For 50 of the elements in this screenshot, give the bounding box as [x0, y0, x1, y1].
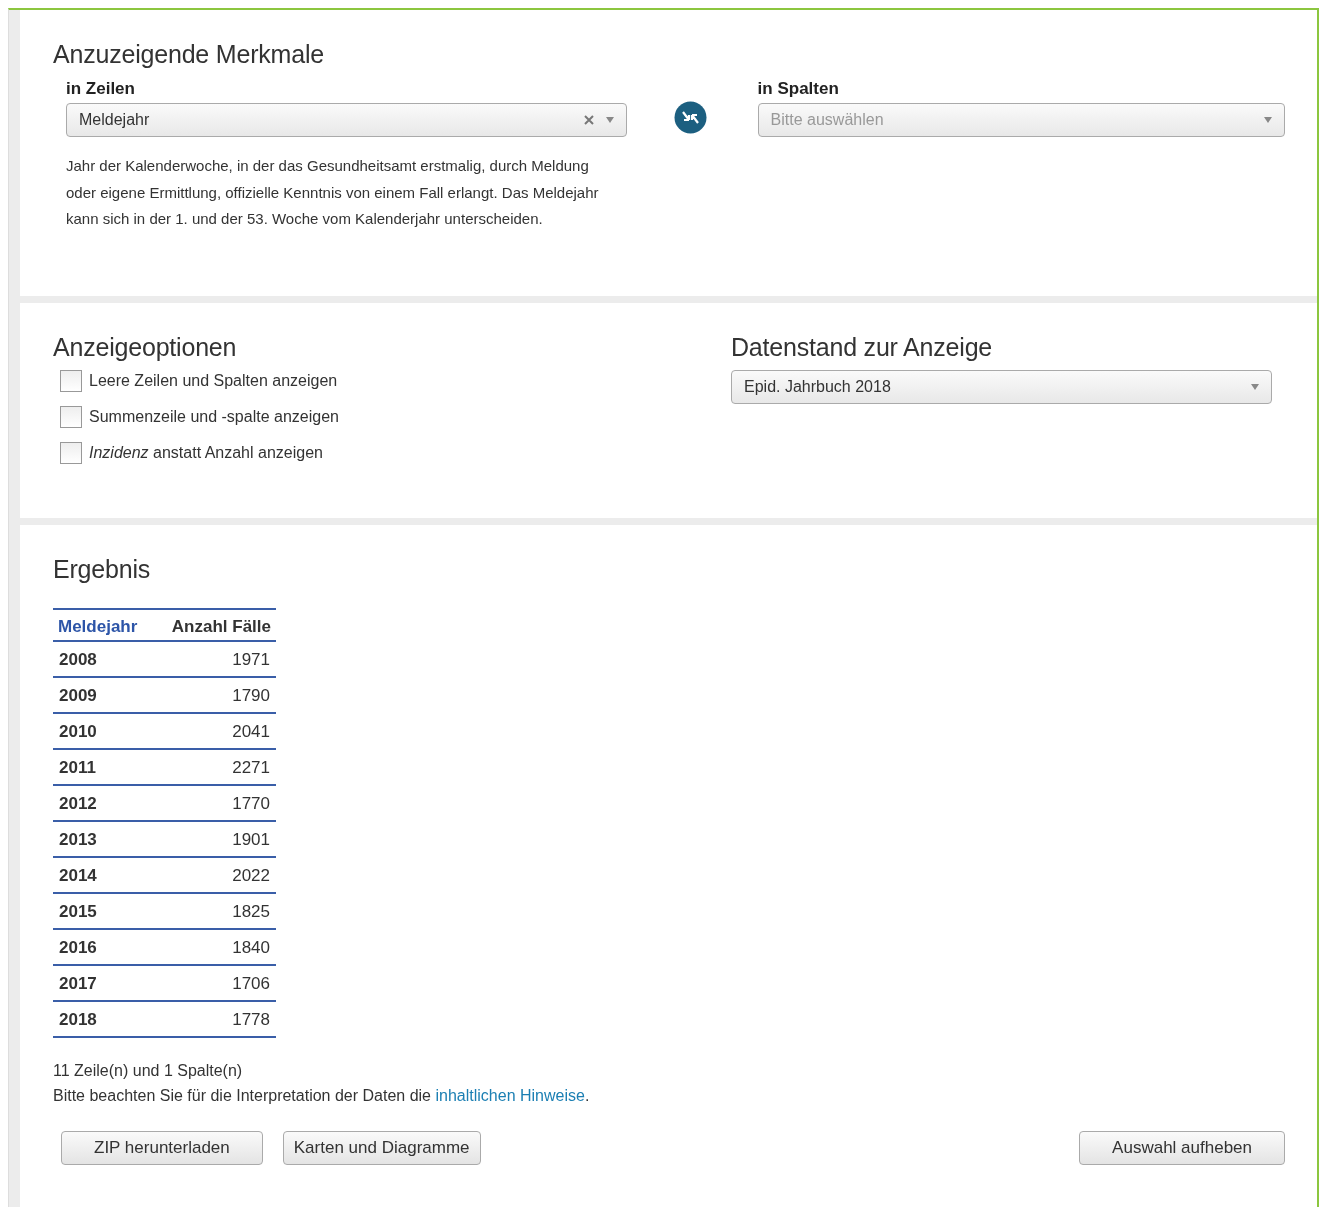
caret-icon: [605, 117, 614, 123]
checkbox[interactable]: [60, 442, 82, 464]
table-cell: 1840: [153, 929, 276, 965]
table-cell: 2018: [53, 1001, 153, 1037]
table-cell: 2022: [153, 857, 276, 893]
table-cell: 1825: [153, 893, 276, 929]
table-cell: 2012: [53, 785, 153, 821]
checkbox-label: Summenzeile und -spalte anzeigen: [89, 408, 339, 426]
summary-text: 11 Zeile(n) und 1 Spalte(n): [53, 1062, 244, 1080]
select-field[interactable]: Epid. Jahrbuch 2018: [731, 370, 1272, 404]
table-cell: 2041: [153, 713, 276, 749]
section-title: Anzeigeoptionen: [53, 333, 238, 362]
table-cell: 2008: [53, 641, 153, 677]
column-header: Anzahl Fälle: [153, 609, 276, 641]
section-title: Ergebnis: [53, 555, 152, 584]
swap-icon[interactable]: [673, 101, 707, 134]
table-cell: 2010: [53, 713, 153, 749]
table-cell: 2009: [53, 677, 153, 713]
table-cell: 1706: [153, 965, 276, 1001]
field-label: in Spalten: [757, 79, 840, 99]
caret-icon: [1264, 117, 1272, 123]
table-cell: 2011: [53, 749, 153, 785]
checkbox-label: Leere Zeilen und Spalten anzeigen: [89, 372, 338, 390]
table-cell: 2015: [53, 893, 153, 929]
reset-button[interactable]: Auswahl aufheben: [1079, 1131, 1285, 1165]
table-cell: 2013: [53, 821, 153, 857]
checkbox[interactable]: [60, 406, 82, 428]
action-button[interactable]: ZIP herunterladen: [61, 1131, 263, 1165]
hint-link[interactable]: inhaltlichen Hinweise: [435, 1087, 585, 1104]
table-cell: 2017: [53, 965, 153, 1001]
table-cell: 1778: [153, 1001, 276, 1037]
table-cell: 1770: [153, 785, 276, 821]
field-label: in Zeilen: [66, 79, 136, 99]
table-cell: 1971: [153, 641, 276, 677]
note-text: Bitte beachten Sie für die Interpretation der Daten die inhaltlichen Hinweise.: [53, 1087, 591, 1105]
select-field[interactable]: Meldejahr: [66, 103, 627, 137]
action-button[interactable]: Karten und Diagramme: [282, 1131, 481, 1165]
table-cell: 2016: [53, 929, 153, 965]
table-cell: 1901: [153, 821, 276, 857]
checkbox[interactable]: [60, 370, 82, 392]
section-title: Anzuzeigende Merkmale: [53, 40, 325, 69]
table-cell: 2014: [53, 857, 153, 893]
column-header: Meldejahr: [53, 609, 153, 641]
table-cell: 2271: [153, 749, 276, 785]
table-cell: 1790: [153, 677, 276, 713]
description-text: Jahr der Kalenderwoche, in der das Gesundheitsamt erstmalig, durch Meldung oder eigene Ermittlung, offizielle Kenntnis von einem Fall erlangt. Das Meldejahr kann sich in der 1. und der 53. Woche vom Kalenderjahr unterscheiden.: [65, 156, 600, 229]
checkbox-label: Inzidenz anstatt Anzahl anzeigen: [89, 444, 323, 462]
clear-icon[interactable]: [583, 115, 594, 125]
section-title: Datenstand zur Anzeige: [731, 333, 994, 362]
caret-icon: [1251, 384, 1259, 390]
